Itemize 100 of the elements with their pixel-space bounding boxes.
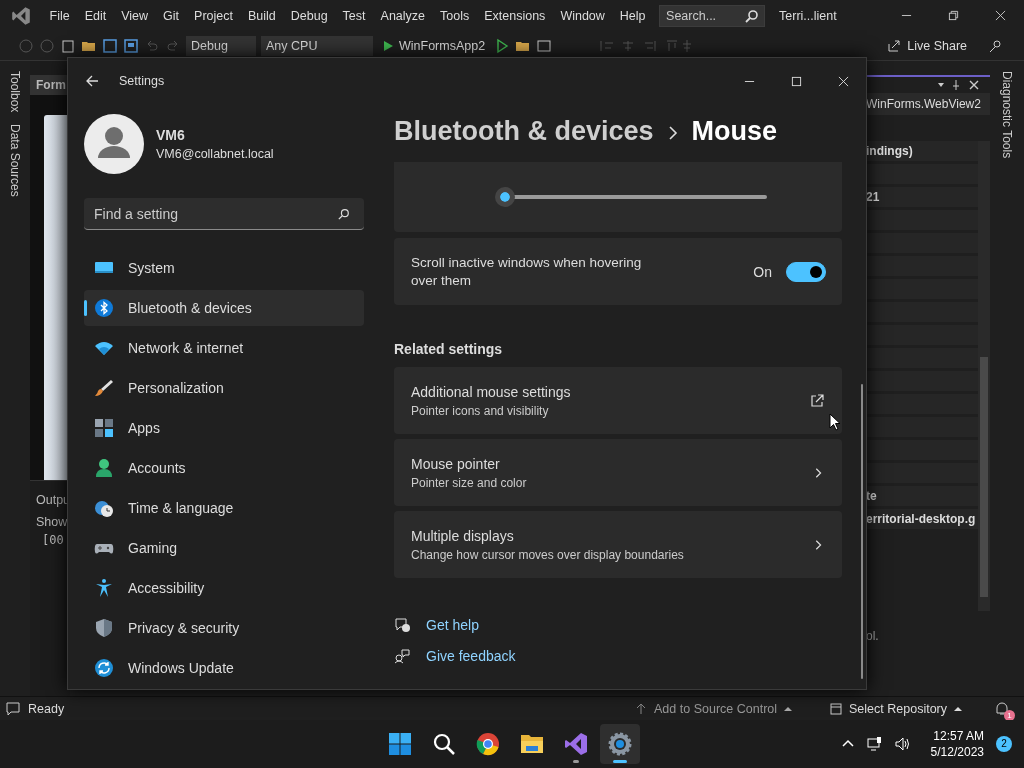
help-link[interactable]: Get help bbox=[426, 617, 479, 633]
network-icon[interactable] bbox=[866, 736, 883, 752]
breadcrumb-link[interactable]: Bluetooth & devices bbox=[394, 116, 654, 147]
speaker-icon[interactable] bbox=[894, 736, 911, 752]
folder-icon bbox=[520, 732, 544, 756]
app-logo-icon bbox=[10, 4, 32, 27]
taskbar-app[interactable] bbox=[600, 724, 640, 764]
nav-item[interactable]: Personalization bbox=[84, 370, 364, 406]
setting-label: Scroll inactive windows when hovering over them bbox=[411, 253, 643, 290]
ide-logo-icon bbox=[564, 732, 588, 756]
window-title: Settings bbox=[119, 74, 165, 88]
close-icon[interactable] bbox=[995, 10, 1006, 21]
toggle-switch[interactable] bbox=[786, 261, 826, 282]
menu-item[interactable]: File bbox=[42, 8, 78, 23]
search-field[interactable]: Search... bbox=[659, 4, 766, 27]
search-icon bbox=[432, 732, 456, 756]
caret-icon bbox=[784, 704, 793, 713]
property-name: te bbox=[866, 489, 877, 503]
refresh-icon bbox=[94, 658, 114, 678]
source-control-button[interactable]: Add to Source Control bbox=[629, 700, 799, 717]
card-title: Additional mouse settings bbox=[411, 383, 571, 400]
solution-name: Terri...lient bbox=[779, 8, 837, 23]
side-tab[interactable]: Data Sources bbox=[8, 124, 22, 198]
external-link-icon bbox=[810, 393, 824, 408]
card-title: Multiple displays bbox=[411, 527, 515, 544]
card-subtitle: Change how cursor moves over display boundaries bbox=[411, 547, 684, 562]
nav-item[interactable]: Gaming bbox=[84, 530, 364, 566]
scrollbar[interactable] bbox=[861, 384, 863, 679]
chevron-right-icon bbox=[667, 126, 678, 140]
output-line: Show bbox=[36, 515, 69, 529]
card-subtitle: Pointer icons and visibility bbox=[411, 403, 550, 418]
live-share-button[interactable]: Live Share bbox=[881, 37, 973, 54]
scrollbar[interactable] bbox=[978, 141, 990, 611]
nav-item[interactable]: Apps bbox=[84, 410, 364, 446]
nav-item[interactable]: Privacy & security bbox=[84, 610, 364, 646]
designer-tab[interactable]: Form bbox=[30, 75, 70, 95]
nav-item[interactable]: Accessibility bbox=[84, 570, 364, 606]
clock[interactable]: 12:57 AM 5/12/2023 bbox=[930, 729, 984, 759]
restore-icon[interactable] bbox=[948, 10, 959, 21]
link-card[interactable]: Additional mouse settings Pointer icons and visibility bbox=[394, 367, 842, 434]
nav-item[interactable]: Time & language bbox=[84, 490, 364, 526]
share-icon bbox=[887, 38, 902, 53]
play-icon bbox=[382, 39, 394, 52]
property-name: erritorial-desktop.g bbox=[866, 512, 976, 526]
card-subtitle: Pointer size and color bbox=[411, 475, 527, 490]
menu-item[interactable]: Analyze bbox=[373, 8, 433, 23]
menu-item[interactable]: Build bbox=[240, 8, 284, 23]
menu-item[interactable]: Debug bbox=[283, 8, 336, 23]
menu-item[interactable]: Project bbox=[186, 8, 241, 23]
maximize-icon[interactable] bbox=[791, 75, 802, 87]
nav-item[interactable]: Bluetooth & devices bbox=[84, 290, 364, 326]
nav-item[interactable]: System bbox=[84, 250, 364, 286]
menu-item[interactable]: Extensions bbox=[476, 8, 553, 23]
bell-icon[interactable] bbox=[994, 700, 1010, 717]
menu-item[interactable]: Help bbox=[612, 8, 654, 23]
comment-icon bbox=[6, 701, 20, 716]
menu-item[interactable]: Window bbox=[552, 8, 613, 23]
nav-item[interactable]: Network & internet bbox=[84, 330, 364, 366]
help-link[interactable]: Give feedback bbox=[426, 648, 516, 664]
side-tab[interactable]: Toolbox bbox=[8, 71, 22, 113]
search-icon bbox=[745, 8, 760, 23]
save-icon[interactable] bbox=[102, 37, 118, 54]
search-field[interactable]: Find a setting bbox=[84, 198, 364, 230]
nav-item[interactable]: Accounts bbox=[84, 450, 364, 486]
menu-item[interactable]: Test bbox=[335, 8, 374, 23]
clock-globe-icon bbox=[94, 498, 114, 518]
save-all-icon[interactable] bbox=[123, 37, 139, 54]
section-title: Related settings bbox=[394, 341, 504, 359]
menu-item[interactable]: Tools bbox=[432, 8, 477, 23]
repository-button[interactable]: Select Repository bbox=[824, 700, 968, 717]
platform-dropdown[interactable]: Any CPU bbox=[261, 35, 373, 56]
arrow-up-icon bbox=[635, 702, 648, 715]
startup-project: WinFormsApp2 bbox=[399, 38, 486, 53]
configuration-dropdown[interactable]: Debug bbox=[186, 35, 256, 56]
menu-item[interactable]: Git bbox=[155, 8, 187, 23]
repository-icon bbox=[830, 702, 843, 715]
shield-icon bbox=[94, 618, 114, 638]
link-card[interactable]: Multiple displays Change how cursor moves over display boundaries bbox=[394, 511, 842, 578]
card-title: Mouse pointer bbox=[411, 455, 501, 472]
close-icon[interactable] bbox=[838, 75, 849, 87]
search-icon bbox=[338, 208, 350, 220]
link-card[interactable]: Mouse pointer Pointer size and color bbox=[394, 439, 842, 506]
slider-thumb[interactable] bbox=[495, 187, 516, 207]
apps-icon bbox=[94, 418, 114, 438]
object-dropdown[interactable]: WinForms.WebView2 bbox=[866, 93, 990, 115]
menu-item[interactable]: Edit bbox=[77, 8, 114, 23]
accessibility-icon bbox=[94, 578, 114, 598]
bluetooth-icon bbox=[94, 298, 114, 318]
side-tab[interactable]: Diagnostic Tools bbox=[1000, 71, 1014, 159]
nav-item[interactable]: Windows Update bbox=[84, 650, 364, 686]
page-title: Mouse bbox=[691, 116, 778, 147]
menu-item[interactable]: View bbox=[113, 8, 156, 23]
gear-icon bbox=[608, 732, 632, 756]
windows-logo-icon bbox=[388, 732, 412, 756]
toggle-state: On bbox=[753, 263, 772, 280]
brush-icon bbox=[94, 378, 114, 398]
person-icon bbox=[94, 458, 114, 478]
property-name: 21 bbox=[866, 190, 880, 204]
notification-badge[interactable]: 2 bbox=[996, 736, 1012, 752]
start-button[interactable]: WinFormsApp2 bbox=[378, 38, 490, 53]
